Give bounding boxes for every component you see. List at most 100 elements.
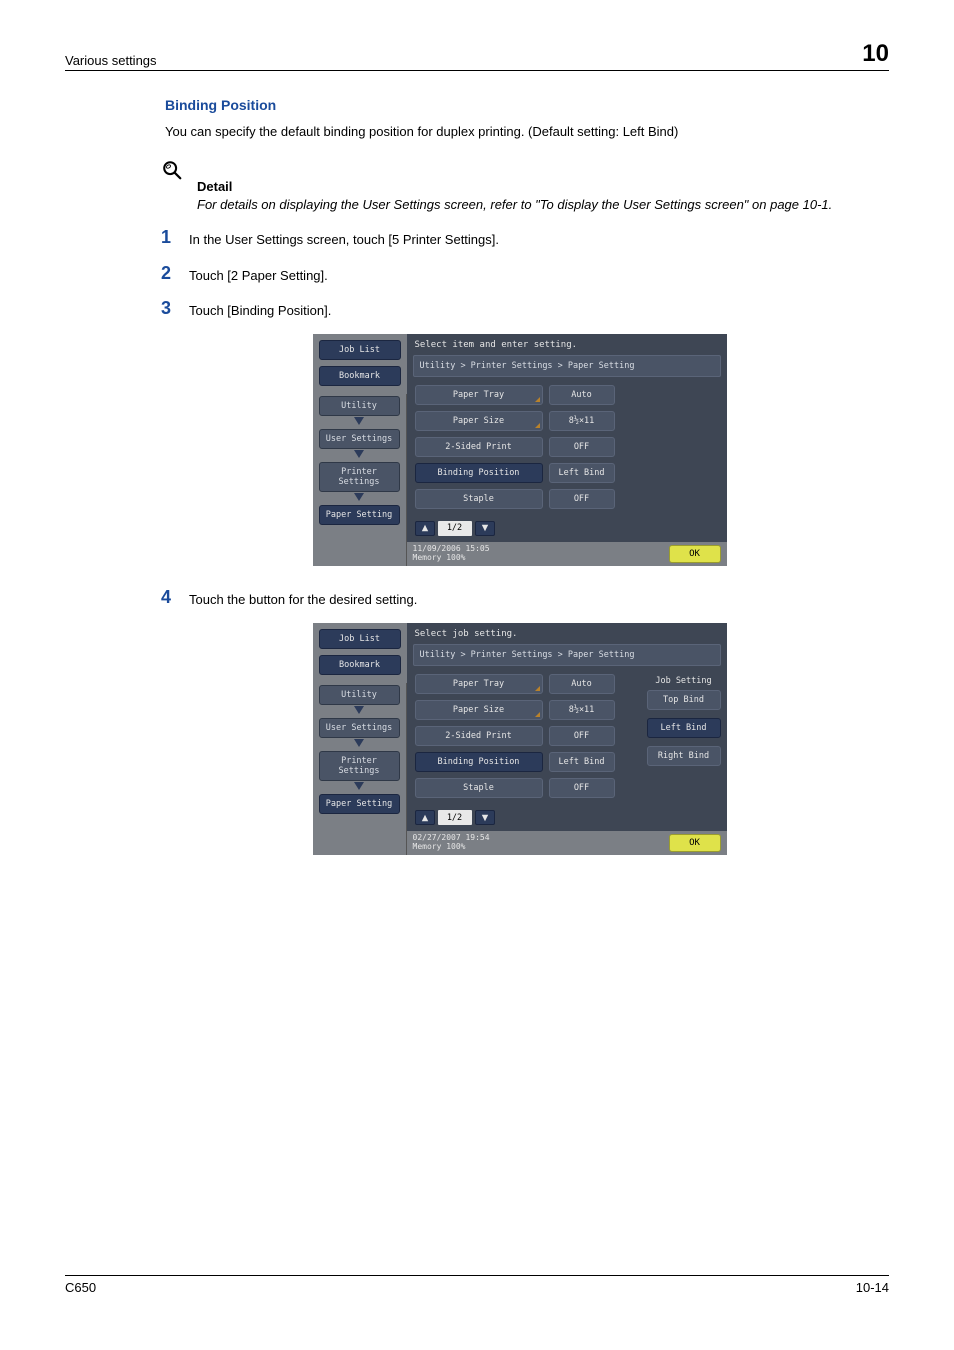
label: Binding Position [415, 752, 543, 772]
row-paper-size[interactable]: Paper Size 8½×11 [415, 700, 637, 720]
header-chapter-number: 10 [862, 40, 889, 68]
ok-button[interactable]: OK [669, 545, 721, 563]
value: 8½×11 [549, 700, 615, 720]
chevron-down-icon [319, 450, 400, 461]
label: Binding Position [415, 463, 543, 483]
page-down-button[interactable] [475, 810, 495, 825]
label: Paper Tray [415, 385, 543, 405]
panel-title: Select item and enter setting. [407, 334, 727, 353]
footer-page-number: 10-14 [856, 1280, 889, 1295]
step-text: Touch [2 Paper Setting]. [189, 264, 328, 285]
breadcrumb: Utility > Printer Settings > Paper Setti… [413, 644, 721, 666]
device-panel-b: Job List Bookmark Utility User Settings … [313, 623, 727, 855]
row-2sided-print[interactable]: 2-Sided Print OFF [415, 726, 637, 746]
crumb-user-settings[interactable]: User Settings [319, 718, 400, 738]
detail-body: For details on displaying the User Setti… [197, 196, 874, 214]
detail-block: Detail For details on displaying the Use… [165, 159, 874, 214]
main-area: Select job setting. Utility > Printer Se… [407, 623, 727, 855]
label: 2-Sided Print [415, 726, 543, 746]
row-paper-tray[interactable]: Paper Tray Auto [415, 674, 637, 694]
row-staple[interactable]: Staple OFF [415, 489, 719, 509]
pager: 1/2 [415, 521, 719, 536]
option-right-bind[interactable]: Right Bind [647, 746, 721, 766]
row-2sided-print[interactable]: 2-Sided Print OFF [415, 437, 719, 457]
step-text: Touch [Binding Position]. [189, 299, 331, 320]
page-up-button[interactable] [415, 521, 435, 536]
ok-button[interactable]: OK [669, 834, 721, 852]
step-text: In the User Settings screen, touch [5 Pr… [189, 228, 499, 249]
page-header: Various settings 10 [65, 40, 889, 71]
detail-label: Detail [197, 179, 874, 194]
label: Staple [415, 778, 543, 798]
value: OFF [549, 489, 615, 509]
crumb-printer-settings[interactable]: Printer Settings [319, 462, 400, 492]
value: Left Bind [549, 463, 615, 483]
chevron-down-icon [319, 782, 400, 793]
magnifier-icon [161, 159, 183, 181]
breadcrumb: Utility > Printer Settings > Paper Setti… [413, 355, 721, 377]
label: Paper Size [415, 700, 543, 720]
page-up-button[interactable] [415, 810, 435, 825]
step-2: 2 Touch [2 Paper Setting]. [165, 264, 874, 285]
label: Staple [415, 489, 543, 509]
page-indicator: 1/2 [438, 521, 472, 536]
header-section: Various settings [65, 53, 157, 68]
step-number: 2 [161, 264, 189, 282]
page-down-button[interactable] [475, 521, 495, 536]
job-setting-title: Job Setting [647, 674, 721, 690]
crumb-paper-setting[interactable]: Paper Setting [319, 505, 400, 525]
value: OFF [549, 437, 615, 457]
tab-bookmark[interactable]: Bookmark [319, 366, 401, 386]
pager: 1/2 [415, 810, 637, 825]
crumb-printer-settings[interactable]: Printer Settings [319, 751, 400, 781]
device-panel-a: Job List Bookmark Utility User Settings … [313, 334, 727, 566]
step-number: 3 [161, 299, 189, 317]
chevron-down-icon [319, 493, 400, 504]
row-binding-position[interactable]: Binding Position Left Bind [415, 752, 637, 772]
section-intro: You can specify the default binding posi… [165, 123, 874, 141]
tab-bookmark[interactable]: Bookmark [319, 655, 401, 675]
crumb-utility[interactable]: Utility [319, 396, 400, 416]
crumb-paper-setting[interactable]: Paper Setting [319, 794, 400, 814]
main-area: Select item and enter setting. Utility >… [407, 334, 727, 566]
row-paper-size[interactable]: Paper Size8½×11 [415, 411, 719, 431]
chevron-down-icon [319, 706, 400, 717]
status-bar: 02/27/2007 19:54 Memory 100% OK [407, 831, 727, 855]
value: OFF [549, 778, 615, 798]
label: Paper Tray [415, 674, 543, 694]
chevron-down-icon [319, 739, 400, 750]
step-3: 3 Touch [Binding Position]. [165, 299, 874, 320]
tab-job-list[interactable]: Job List [319, 629, 401, 649]
row-paper-tray[interactable]: Paper Tray Auto [415, 385, 719, 405]
crumb-user-settings[interactable]: User Settings [319, 429, 400, 449]
status-bar: 11/09/2006 15:05 Memory 100% OK [407, 542, 727, 566]
status-memory: Memory 100% [413, 554, 669, 563]
value: OFF [549, 726, 615, 746]
page-indicator: 1/2 [438, 810, 472, 825]
step-4: 4 Touch the button for the desired setti… [165, 588, 874, 609]
status-memory: Memory 100% [413, 843, 669, 852]
option-top-bind[interactable]: Top Bind [647, 690, 721, 710]
value: 8½×11 [549, 411, 615, 431]
row-staple[interactable]: Staple OFF [415, 778, 637, 798]
step-number: 1 [161, 228, 189, 246]
value: Auto [549, 385, 615, 405]
value: Auto [549, 674, 615, 694]
option-left-bind[interactable]: Left Bind [647, 718, 721, 738]
sidebar: Job List Bookmark Utility User Settings … [313, 623, 407, 855]
step-1: 1 In the User Settings screen, touch [5 … [165, 228, 874, 249]
step-number: 4 [161, 588, 189, 606]
page-footer: C650 10-14 [65, 1275, 889, 1295]
value: Left Bind [549, 752, 615, 772]
sidebar: Job List Bookmark Utility User Settings … [313, 334, 407, 566]
chevron-down-icon [319, 417, 400, 428]
step-text: Touch the button for the desired setting… [189, 588, 417, 609]
tab-job-list[interactable]: Job List [319, 340, 401, 360]
label: 2-Sided Print [415, 437, 543, 457]
job-setting-panel: Job Setting Top Bind Left Bind Right Bin… [645, 672, 727, 831]
section-title: Binding Position [165, 97, 874, 113]
footer-model: C650 [65, 1280, 96, 1295]
panel-title: Select job setting. [407, 623, 727, 642]
crumb-utility[interactable]: Utility [319, 685, 400, 705]
row-binding-position[interactable]: Binding Position Left Bind [415, 463, 719, 483]
